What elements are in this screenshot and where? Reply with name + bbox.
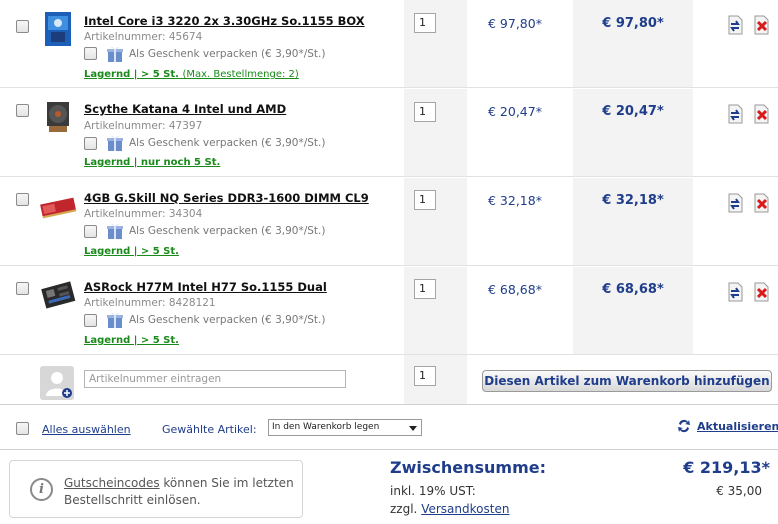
row-total: € 20,47* bbox=[602, 104, 664, 119]
gift-wrap-label: Als Geschenk verpacken (€ 3,90*/St.) bbox=[129, 314, 326, 326]
unit-price: € 68,68* bbox=[488, 282, 542, 297]
voucher-codes-link[interactable]: Gutscheincodes bbox=[64, 476, 160, 490]
gift-icon bbox=[107, 46, 123, 62]
max-order-note: (Max. Bestellmenge: 2) bbox=[182, 69, 299, 80]
delete-icon[interactable] bbox=[752, 282, 772, 302]
add-quantity-input[interactable]: 1 bbox=[414, 366, 436, 386]
total-column-bg bbox=[573, 89, 693, 176]
stock-status: Lagernd | > 5 St. (Max. Bestellmenge: 2) bbox=[84, 69, 299, 80]
unit-price: € 32,18* bbox=[488, 193, 542, 208]
stock-status: Lagernd | > 5 St. bbox=[84, 335, 179, 346]
total-column-bg bbox=[573, 178, 693, 265]
row-total: € 68,68* bbox=[602, 282, 664, 297]
cpu-box-image bbox=[45, 12, 71, 46]
article-number-input[interactable]: Artikelnummer eintragen bbox=[84, 370, 346, 388]
move-to-wishlist-icon[interactable] bbox=[725, 15, 745, 35]
chevron-down-icon bbox=[409, 426, 417, 431]
selected-items-action-select[interactable]: In den Warenkorb legen bbox=[268, 419, 422, 436]
move-to-wishlist-icon[interactable] bbox=[725, 282, 745, 302]
product-title-link[interactable]: Intel Core i3 3220 2x 3.30GHz So.1155 BO… bbox=[84, 14, 365, 28]
selected-items-label: Gewählte Artikel: bbox=[162, 423, 257, 436]
cart-row: Intel Core i3 3220 2x 3.30GHz So.1155 BO… bbox=[0, 0, 778, 88]
gift-wrap-checkbox[interactable] bbox=[84, 137, 97, 150]
gift-wrap-label: Als Geschenk verpacken (€ 3,90*/St.) bbox=[129, 48, 326, 60]
total-column-bg bbox=[573, 267, 693, 354]
subtotal-label: Zwischensumme: bbox=[390, 458, 547, 477]
shipping-line: zzgl. Versandkosten bbox=[390, 502, 509, 516]
gift-wrap-checkbox[interactable] bbox=[84, 314, 97, 327]
select-all-link[interactable]: Alles auswählen bbox=[42, 423, 131, 436]
quantity-input[interactable]: 1 bbox=[414, 13, 436, 33]
motherboard-image bbox=[41, 281, 76, 309]
row-select-checkbox[interactable] bbox=[16, 104, 29, 117]
selection-toolbar: Alles auswählen Gewählte Artikel: In den… bbox=[0, 406, 778, 450]
stock-text: Lagernd | > 5 St. bbox=[84, 69, 179, 80]
row-total: € 97,80* bbox=[602, 16, 664, 31]
vat-label: inkl. 19% UST: bbox=[390, 484, 476, 498]
gift-wrap-checkbox[interactable] bbox=[84, 225, 97, 238]
cart-row: ASRock H77M Intel H77 So.1155 Dual Artik… bbox=[0, 267, 778, 355]
unit-price: € 97,80* bbox=[488, 16, 542, 31]
add-to-cart-button[interactable]: Diesen Artikel zum Warenkorb hinzufügen bbox=[482, 370, 772, 392]
total-column-bg bbox=[573, 0, 693, 87]
cpu-cooler-image bbox=[47, 102, 69, 132]
gift-wrap-label: Als Geschenk verpacken (€ 3,90*/St.) bbox=[129, 137, 326, 149]
stock-text: Lagernd | > 5 St. bbox=[84, 246, 179, 257]
select-all-checkbox[interactable] bbox=[16, 422, 29, 435]
article-number: Artikelnummer: 8428121 bbox=[84, 297, 216, 309]
delete-icon[interactable] bbox=[752, 15, 772, 35]
quantity-input[interactable]: 1 bbox=[414, 102, 436, 122]
selected-action-value: In den Warenkorb legen bbox=[272, 422, 380, 432]
refresh-icon[interactable] bbox=[676, 418, 692, 434]
vat-value: € 35,00 bbox=[716, 484, 762, 498]
row-select-checkbox[interactable] bbox=[16, 193, 29, 206]
voucher-info-box: i Gutscheincodes können Sie im letzten B… bbox=[9, 460, 303, 518]
shipping-costs-link[interactable]: Versandkosten bbox=[421, 502, 509, 516]
stock-status: Lagernd | > 5 St. bbox=[84, 246, 179, 257]
article-number: Artikelnummer: 45674 bbox=[84, 31, 203, 43]
shipping-prefix: zzgl. bbox=[390, 502, 418, 516]
stock-status: Lagernd | nur noch 5 St. bbox=[84, 157, 220, 168]
cart-row: Scythe Katana 4 Intel und AMD Artikelnum… bbox=[0, 89, 778, 177]
gift-icon bbox=[107, 223, 123, 239]
stock-text: Lagernd | nur noch 5 St. bbox=[84, 157, 221, 168]
row-total: € 32,18* bbox=[602, 193, 664, 208]
article-number: Artikelnummer: 34304 bbox=[84, 208, 203, 220]
quantity-input[interactable]: 1 bbox=[414, 279, 436, 299]
add-article-icon bbox=[40, 366, 74, 400]
delete-icon[interactable] bbox=[752, 104, 772, 124]
ram-module-image bbox=[40, 197, 77, 219]
info-icon: i bbox=[30, 478, 53, 501]
gift-icon bbox=[107, 312, 123, 328]
delete-icon[interactable] bbox=[752, 193, 772, 213]
gift-wrap-label: Als Geschenk verpacken (€ 3,90*/St.) bbox=[129, 225, 326, 237]
product-title-link[interactable]: 4GB G.Skill NQ Series DDR3-1600 DIMM CL9 bbox=[84, 191, 369, 205]
quantity-input[interactable]: 1 bbox=[414, 190, 436, 210]
product-title-link[interactable]: ASRock H77M Intel H77 So.1155 Dual bbox=[84, 280, 327, 294]
row-select-checkbox[interactable] bbox=[16, 282, 29, 295]
gift-icon bbox=[107, 135, 123, 151]
voucher-text: Gutscheincodes können Sie im letzten Bes… bbox=[64, 475, 294, 509]
stock-text: Lagernd | > 5 St. bbox=[84, 335, 179, 346]
move-to-wishlist-icon[interactable] bbox=[725, 193, 745, 213]
unit-price: € 20,47* bbox=[488, 104, 542, 119]
gift-wrap-checkbox[interactable] bbox=[84, 47, 97, 60]
subtotal-value: € 219,13* bbox=[683, 458, 770, 477]
move-to-wishlist-icon[interactable] bbox=[725, 104, 745, 124]
article-number: Artikelnummer: 47397 bbox=[84, 120, 203, 132]
update-link[interactable]: Aktualisieren bbox=[697, 420, 778, 433]
row-select-checkbox[interactable] bbox=[16, 20, 29, 33]
product-title-link[interactable]: Scythe Katana 4 Intel und AMD bbox=[84, 102, 286, 116]
cart-row: 4GB G.Skill NQ Series DDR3-1600 DIMM CL9… bbox=[0, 178, 778, 266]
